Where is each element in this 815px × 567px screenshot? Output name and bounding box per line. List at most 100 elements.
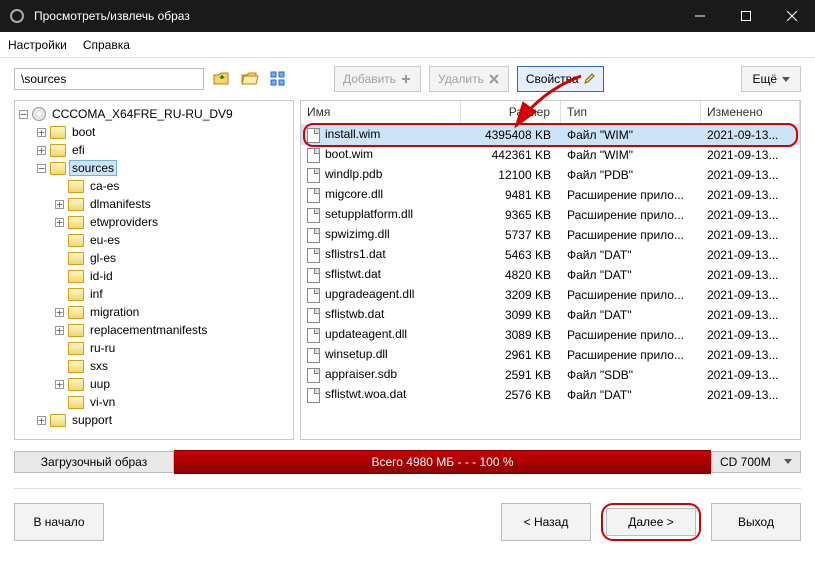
table-row[interactable]: winsetup.dll2961 KBРасширение прило...20… [301,345,800,365]
back-button[interactable]: < Назад [501,503,591,541]
table-row[interactable]: migcore.dll9481 KBРасширение прило...202… [301,185,800,205]
table-row[interactable]: sflistwb.dat3099 KBФайл "DAT"2021-09-13.… [301,305,800,325]
tree-item-replacementmanifests[interactable]: + replacementmanifests [17,321,291,339]
tree-item-dlmanifests[interactable]: +dlmanifests [17,195,291,213]
file-type-cell: Расширение прило... [561,328,701,342]
twisty-icon[interactable]: + [55,380,64,389]
table-row[interactable]: sflistrs1.dat5463 KBФайл "DAT"2021-09-13… [301,245,800,265]
path-input[interactable] [14,68,204,90]
tree-item-sources[interactable]: −sources [17,159,291,177]
progress-text: Всего 4980 МБ - - - 100 % [371,455,513,469]
list-pane: Имя Размер Тип Изменено install.wim43954… [300,100,801,440]
twisty-icon[interactable] [55,236,64,245]
twisty-icon[interactable] [55,254,64,263]
menu-help[interactable]: Справка [83,38,130,52]
tree-item-etwproviders[interactable]: +etwproviders [17,213,291,231]
table-row[interactable]: appraiser.sdb2591 KBФайл "SDB"2021-09-13… [301,365,800,385]
tree-item-label: vi-vn [88,395,117,409]
file-size-cell: 2961 KB [461,348,561,362]
tree-item-boot[interactable]: +boot [17,123,291,141]
twisty-icon[interactable] [55,290,64,299]
col-type[interactable]: Тип [561,101,701,124]
file-name: sflistwt.dat [325,267,381,281]
table-row[interactable]: updateagent.dll3089 KBРасширение прило..… [301,325,800,345]
table-row[interactable]: windlp.pdb12100 KBФайл "PDB"2021-09-13..… [301,165,800,185]
titlebar: Просмотреть/извлечь образ [0,0,815,32]
col-date[interactable]: Изменено [701,101,800,124]
file-name-cell: setupplatform.dll [301,207,461,222]
col-size[interactable]: Размер [461,101,561,124]
tree-root[interactable]: − CCCOMA_X64FRE_RU-RU_DV9 [17,105,291,123]
file-date-cell: 2021-09-13... [701,208,800,222]
tree-item-ca-es[interactable]: ca-es [17,177,291,195]
next-button[interactable]: Далее > [606,508,696,536]
open-folder-icon[interactable] [240,69,260,89]
twisty-icon[interactable]: + [37,146,46,155]
file-icon [307,188,320,203]
maximize-button[interactable] [723,0,769,32]
properties-button[interactable]: Свойства [517,66,604,92]
list-body[interactable]: install.wim4395408 KBФайл "WIM"2021-09-1… [301,125,800,439]
tree-item-inf[interactable]: inf [17,285,291,303]
twisty-icon[interactable] [55,362,64,371]
tree-item-label: replacementmanifests [88,323,209,337]
file-name-cell: sflistrs1.dat [301,247,461,262]
twisty-icon[interactable]: − [19,110,28,119]
table-row[interactable]: spwizimg.dll5737 KBРасширение прило...20… [301,225,800,245]
tree-item-label: inf [88,287,105,301]
table-row[interactable]: upgradeagent.dll3209 KBРасширение прило.… [301,285,800,305]
tree-item-eu-es[interactable]: eu-es [17,231,291,249]
table-row[interactable]: setupplatform.dll9365 KBРасширение прило… [301,205,800,225]
more-button[interactable]: Ещё [741,66,801,92]
tree-item-gl-es[interactable]: gl-es [17,249,291,267]
tree-item-efi[interactable]: +efi [17,141,291,159]
file-type-cell: Расширение прило... [561,228,701,242]
twisty-icon[interactable]: + [37,128,46,137]
twisty-icon[interactable]: + [55,308,64,317]
tree-pane[interactable]: − CCCOMA_X64FRE_RU-RU_DV9 +boot+efi−sour… [14,100,294,440]
table-row[interactable]: sflistwt.woa.dat2576 KBФайл "DAT"2021-09… [301,385,800,405]
file-name: spwizimg.dll [325,227,390,241]
twisty-icon[interactable] [55,398,64,407]
table-row[interactable]: sflistwt.dat4820 KBФайл "DAT"2021-09-13.… [301,265,800,285]
media-size-selector[interactable]: CD 700M [711,451,801,473]
grid-view-icon[interactable] [268,69,288,89]
file-size-cell: 5737 KB [461,228,561,242]
file-name-cell: install.wim [301,127,461,142]
tree-item-id-id[interactable]: id-id [17,267,291,285]
tree-item-ru-ru[interactable]: ru-ru [17,339,291,357]
delete-label: Удалить [438,72,484,86]
file-size-cell: 4395408 KB [461,128,561,142]
twisty-icon[interactable] [55,182,64,191]
add-button[interactable]: Добавить [334,66,421,92]
up-folder-icon[interactable] [212,69,232,89]
twisty-icon[interactable] [55,344,64,353]
table-row[interactable]: boot.wim442361 KBФайл "WIM"2021-09-13... [301,145,800,165]
tree-item-label: uup [88,377,112,391]
exit-button[interactable]: Выход [711,503,801,541]
delete-button[interactable]: Удалить [429,66,509,92]
twisty-icon[interactable]: + [55,326,64,335]
tree-item-vi-vn[interactable]: vi-vn [17,393,291,411]
file-date-cell: 2021-09-13... [701,168,800,182]
close-button[interactable] [769,0,815,32]
minimize-button[interactable] [677,0,723,32]
tree-item-migration[interactable]: +migration [17,303,291,321]
tree-item-sxs[interactable]: sxs [17,357,291,375]
col-name[interactable]: Имя [301,101,461,124]
menu-settings[interactable]: Настройки [8,38,67,52]
twisty-icon[interactable]: + [55,218,64,227]
tree-item-label: ru-ru [88,341,117,355]
twisty-icon[interactable] [55,272,64,281]
start-button[interactable]: В начало [14,503,104,541]
more-label: Ещё [752,72,777,86]
table-row[interactable]: install.wim4395408 KBФайл "WIM"2021-09-1… [301,125,800,145]
tree-item-uup[interactable]: + uup [17,375,291,393]
progress-bar: Всего 4980 МБ - - - 100 % [174,450,711,474]
file-date-cell: 2021-09-13... [701,268,800,282]
twisty-icon[interactable]: + [55,200,64,209]
twisty-icon[interactable]: + [37,416,46,425]
file-icon [307,148,320,163]
twisty-icon[interactable]: − [37,164,46,173]
tree-item-support[interactable]: +support [17,411,291,429]
